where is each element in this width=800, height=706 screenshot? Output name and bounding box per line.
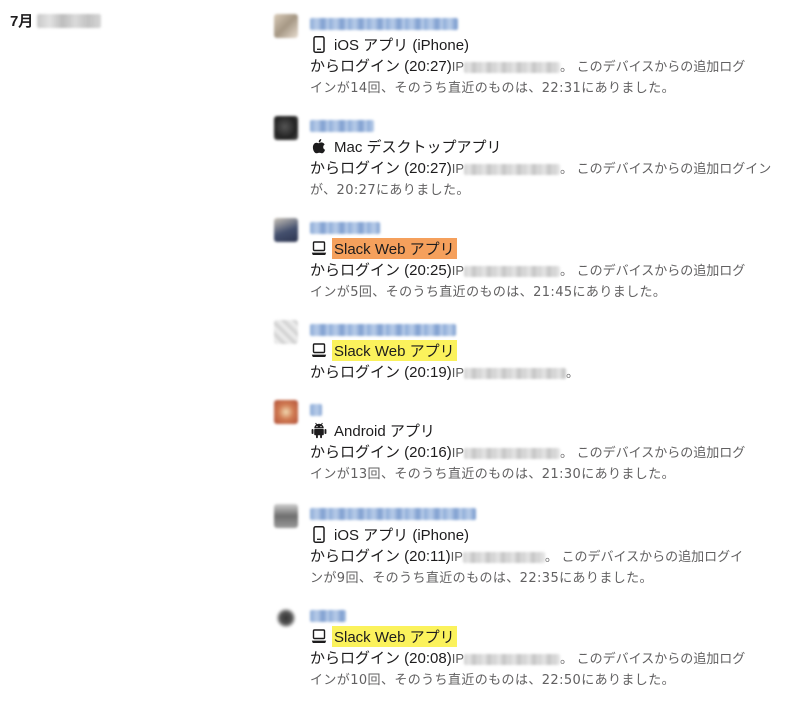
redacted-username[interactable] [310,222,380,234]
login-entry: Slack Web アプリ からログイン (20:25)IP 。 このデバイスから… [274,218,794,304]
login-time: からログイン (20:27) [310,160,452,177]
login-note: 。 このデバイスからの追加ログイ [544,549,744,564]
redacted-ip [462,551,545,563]
date-header: 7月 [10,10,102,31]
login-entry: Slack Web アプリ からログイン (20:08)IP 。 このデバイスから… [274,606,794,692]
user-avatar[interactable] [274,320,298,344]
redacted-username[interactable] [310,120,374,132]
login-line: からログイン (20:11)IP 。 このデバイスからの追加ログイ [310,546,794,568]
redacted-username[interactable] [310,404,322,416]
redacted-ip [464,265,560,277]
redacted-ip [464,163,560,175]
login-time: からログイン (20:11) [310,548,451,565]
login-time: からログイン (20:16) [310,444,452,461]
app-line: iOS アプリ (iPhone) [310,32,794,56]
login-line: からログイン (20:08)IP 。 このデバイスからの追加ログ [310,648,794,670]
login-line: からログイン (20:27)IP 。 このデバイスからの追加ログイン [310,158,794,180]
app-name: Slack Web アプリ [332,625,457,647]
android-icon [310,421,328,439]
redacted-ip [464,61,560,73]
app-name: Slack Web アプリ [332,237,457,259]
app-line: Slack Web アプリ [310,236,794,260]
redacted-ip [464,367,566,379]
ip-label: IP [451,263,464,278]
user-avatar[interactable] [274,14,298,38]
app-line: Slack Web アプリ [310,338,794,362]
login-time: からログイン (20:08) [310,650,452,667]
app-name: iOS アプリ (iPhone) [334,36,470,54]
app-name: Slack Web アプリ [332,339,457,361]
ip-label: IP [451,445,464,460]
app-line: iOS アプリ (iPhone) [310,522,794,546]
app-name: Mac デスクトップアプリ [334,138,502,156]
app-name: Android アプリ [334,422,435,440]
login-line: からログイン (20:27)IP 。 このデバイスからの追加ログ [310,56,794,78]
redacted-username[interactable] [310,324,456,336]
login-detail: インが5回、そのうち直近のものは、21:45にありました。 [310,285,667,300]
login-note: 。 このデバイスからの追加ログ [560,263,746,278]
login-detail: ンが9回、そのうち直近のものは、22:35にありました。 [310,571,653,586]
redacted-username[interactable] [310,508,476,520]
login-time: からログイン (20:19) [310,364,452,381]
login-entry: iOS アプリ (iPhone) からログイン (20:27)IP 。 このデバイ… [274,14,794,100]
login-time: からログイン (20:25) [310,262,452,279]
user-avatar[interactable] [274,218,298,242]
ip-label: IP [451,651,464,666]
user-avatar[interactable] [274,116,298,140]
app-line: Mac デスクトップアプリ [310,134,794,158]
login-detail: インが10回、そのうち直近のものは、22:50にありました。 [310,673,676,688]
laptop-icon [310,341,328,359]
app-line: Android アプリ [310,418,794,442]
ip-label: IP [451,59,464,74]
ip-label: IP [450,549,463,564]
redacted-ip [464,447,560,459]
date-label: 7月 [10,13,34,30]
ip-label: IP [451,161,464,176]
login-note: 。 [566,365,580,380]
user-avatar[interactable] [274,400,298,424]
login-detail: が、20:27にありました。 [310,183,470,198]
laptop-icon [310,627,328,645]
login-entry: iOS アプリ (iPhone) からログイン (20:11)IP 。 このデバイ… [274,504,794,590]
login-line: からログイン (20:19)IP 。 [310,362,794,384]
login-note: 。 このデバイスからの追加ログ [560,445,746,460]
user-avatar[interactable] [274,606,298,630]
user-avatar[interactable] [274,504,298,528]
apple-icon [310,137,328,155]
app-line: Slack Web アプリ [310,624,794,648]
laptop-icon [310,239,328,257]
login-entry: Mac デスクトップアプリ からログイン (20:27)IP 。 このデバイスから… [274,116,794,202]
phone-icon [310,35,328,53]
login-note: 。 このデバイスからの追加ログ [560,651,746,666]
login-line: からログイン (20:25)IP 。 このデバイスからの追加ログ [310,260,794,282]
login-detail: インが14回、そのうち直近のものは、22:31にありました。 [310,81,676,96]
redacted-ip [464,653,560,665]
redacted-date [37,13,102,28]
login-detail: インが13回、そのうち直近のものは、21:30にありました。 [310,467,676,482]
login-entry: Android アプリ からログイン (20:16)IP 。 このデバイスからの追… [274,400,794,486]
login-note: 。 このデバイスからの追加ログ [560,59,746,74]
login-time: からログイン (20:27) [310,58,452,75]
phone-icon [310,525,328,543]
login-note: 。 このデバイスからの追加ログイン [560,161,772,176]
redacted-username[interactable] [310,610,346,622]
login-entry: Slack Web アプリ からログイン (20:19)IP 。 [274,320,794,384]
ip-label: IP [451,365,464,380]
login-line: からログイン (20:16)IP 。 このデバイスからの追加ログ [310,442,794,464]
redacted-username[interactable] [310,18,458,30]
app-name: iOS アプリ (iPhone) [334,526,470,544]
